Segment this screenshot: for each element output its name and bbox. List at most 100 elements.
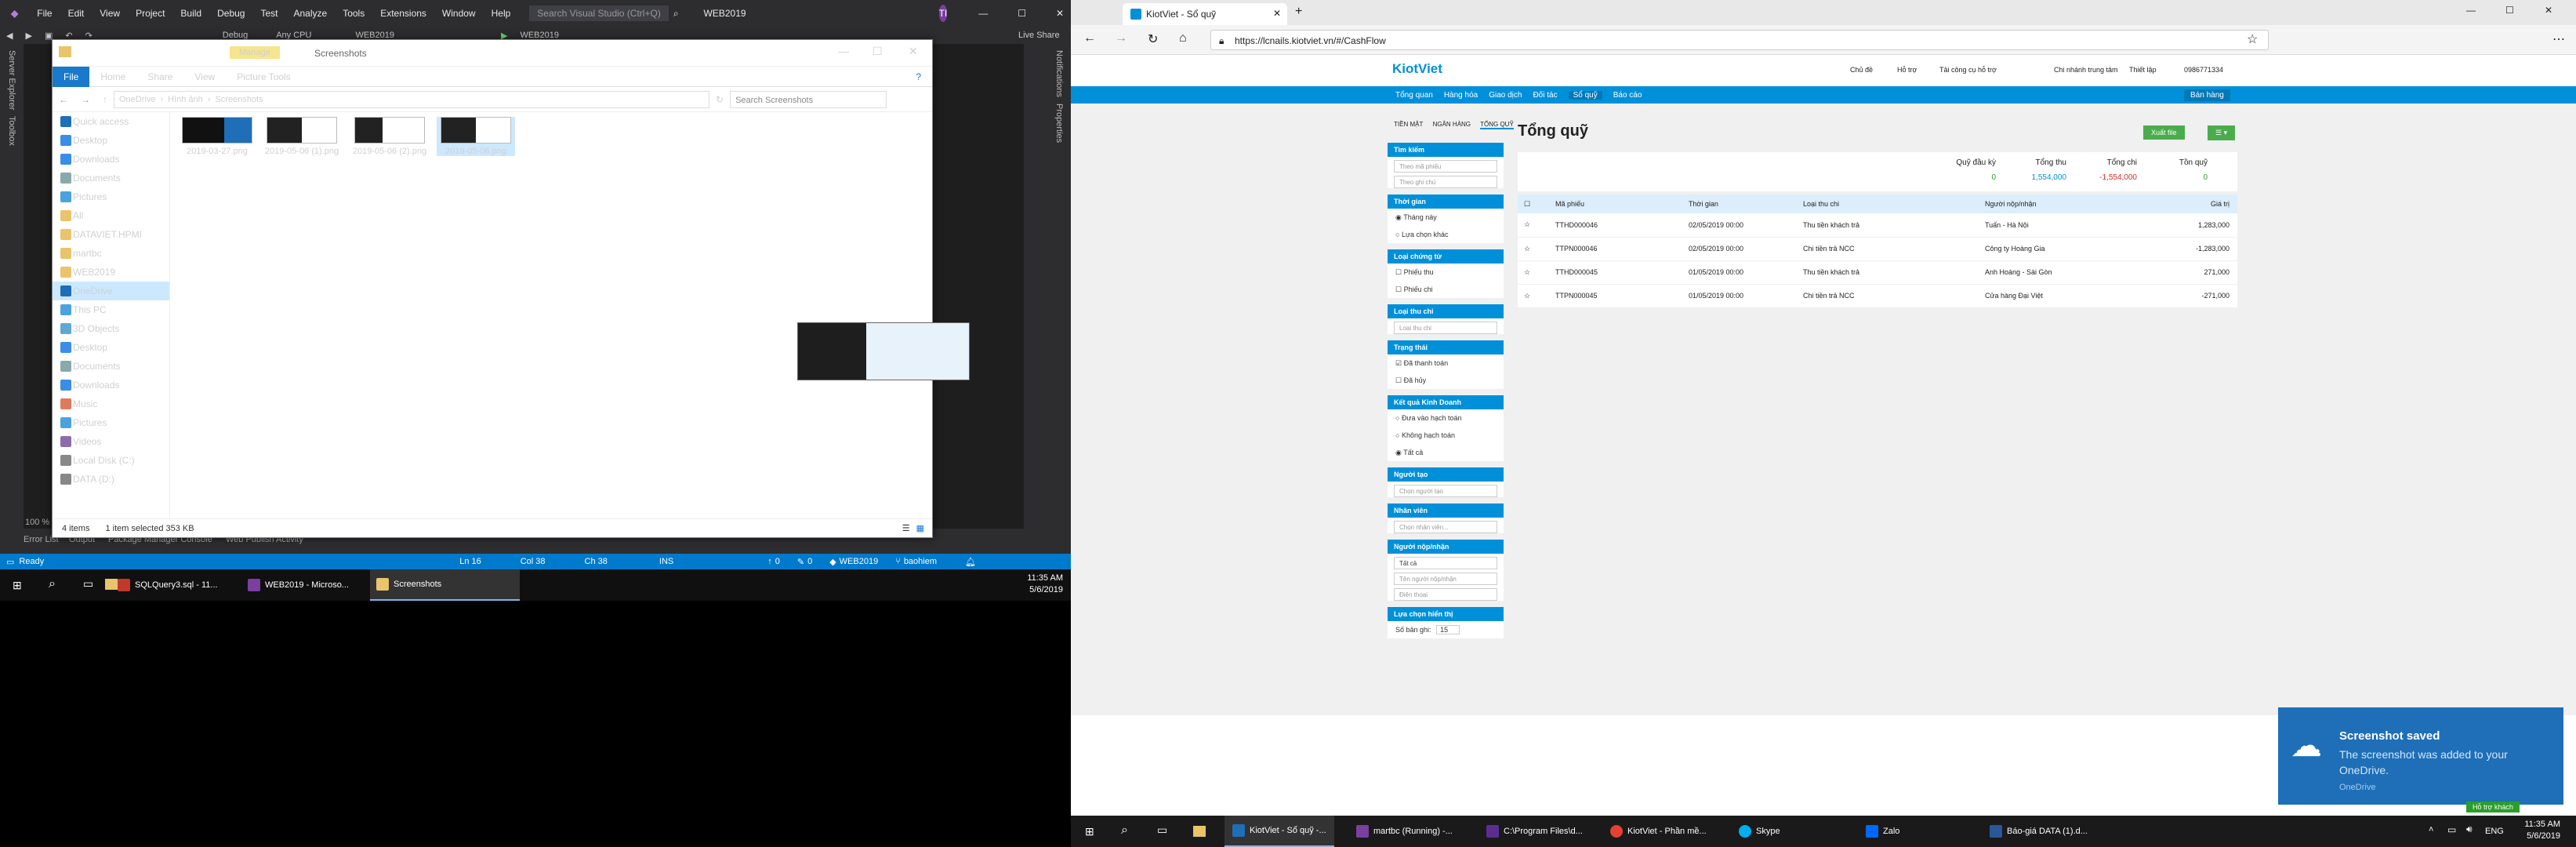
taskbar-item-word[interactable]: Báo-giá DATA (1).d...: [1990, 816, 2088, 847]
nav-item[interactable]: DATA (D:): [53, 470, 169, 489]
menu-tools[interactable]: Tools: [335, 8, 372, 19]
time-custom[interactable]: ○ Lựa chọn khác: [1388, 226, 1504, 243]
tools-link[interactable]: Tải công cụ hỗ trợ: [1939, 66, 1997, 74]
arrow-up-icon[interactable]: ↑: [767, 557, 772, 566]
code-search-input[interactable]: Theo mã phiếu: [1394, 160, 1497, 173]
nav-item[interactable]: Downloads: [53, 376, 169, 394]
pencil-icon[interactable]: ✎: [797, 557, 804, 567]
ribbon-tab-file[interactable]: File: [53, 66, 90, 87]
file-explorer-icon[interactable]: [1193, 826, 1206, 837]
breadcrumb-screenshots[interactable]: Screenshots: [215, 95, 263, 104]
nav-item[interactable]: This PC: [53, 300, 169, 319]
taskbar-item-explorer[interactable]: Screenshots: [370, 569, 521, 601]
tab-cash[interactable]: TIỀN MẶT: [1394, 121, 1423, 128]
status-pencil-count[interactable]: 0: [807, 557, 812, 566]
payer-phone-input[interactable]: Điện thoại: [1394, 588, 1497, 601]
table-row[interactable]: ☆ TTHD000046 02/05/2019 00:00 Thu tiền k…: [1518, 213, 2237, 238]
refresh-icon[interactable]: ↻: [709, 94, 730, 105]
nav-partners[interactable]: Đối tác: [1533, 91, 1557, 100]
file-item[interactable]: 2019-05-06 (1).png: [263, 117, 341, 156]
taskbar-item-vs[interactable]: martbc (Running) -...: [1356, 816, 1453, 847]
close-icon[interactable]: ✕: [2545, 5, 2552, 16]
properties-tab[interactable]: Properties: [1054, 104, 1064, 143]
breadcrumb-hinh-anh[interactable]: Hình ảnh: [168, 95, 203, 104]
page-size-select[interactable]: 15: [1436, 625, 1460, 634]
file-item-selected[interactable]: 2019-05-06.png: [437, 117, 515, 156]
new-tab-icon[interactable]: +: [1295, 5, 1302, 19]
note-search-input[interactable]: Theo ghi chú: [1394, 176, 1497, 188]
nav-item[interactable]: Quick access: [53, 112, 169, 131]
minimize-icon[interactable]: —: [838, 45, 849, 57]
help-icon[interactable]: ?: [905, 67, 932, 87]
menu-extensions[interactable]: Extensions: [372, 8, 434, 19]
taskbar-item-skype[interactable]: Skype: [1739, 816, 1780, 847]
star-icon[interactable]: ☆: [1518, 237, 1549, 261]
ribbon-tab-view[interactable]: View: [183, 67, 226, 87]
maximize-icon[interactable]: ☐: [873, 45, 883, 58]
col-time[interactable]: Thời gian: [1682, 194, 1797, 213]
support-link[interactable]: Hỗ trợ: [1897, 66, 1917, 74]
radio-accounted[interactable]: ○ Đưa vào hạch toán: [1388, 409, 1504, 427]
live-share-button[interactable]: Live Share: [1012, 31, 1066, 40]
back-icon[interactable]: ←: [1083, 31, 1096, 45]
maximize-icon[interactable]: ☐: [996, 8, 1034, 19]
chevron-up-icon[interactable]: ˄: [2429, 825, 2433, 834]
browser-tab[interactable]: KiotViet - Sổ quỹ ✕: [1123, 3, 1287, 25]
task-view-icon[interactable]: ▭: [83, 577, 93, 591]
menu-edit[interactable]: Edit: [60, 8, 93, 19]
nav-item[interactable]: Music: [53, 394, 169, 413]
back-icon[interactable]: ←: [53, 94, 74, 105]
search-icon[interactable]: ⌕: [49, 577, 56, 591]
theme-link[interactable]: Chủ đề: [1850, 66, 1873, 74]
nav-item[interactable]: martbc: [53, 244, 169, 263]
file-item[interactable]: 2019-05-06 (2).png: [350, 117, 429, 156]
taskbar-item-cmd[interactable]: C:\Program Files\d...: [1486, 816, 1583, 847]
star-icon[interactable]: ☆: [1518, 213, 1549, 238]
branch-dropdown[interactable]: Chi nhánh trung tâm: [2054, 66, 2118, 74]
nav-item[interactable]: 3D Objects: [53, 319, 169, 338]
time-this-month[interactable]: ◉ Tháng này: [1388, 209, 1504, 226]
screenshot-toast[interactable]: ☁ Screenshot saved The screenshot was ad…: [2278, 707, 2563, 805]
toolbox-tab[interactable]: Toolbox: [7, 116, 16, 146]
menu-view[interactable]: View: [92, 8, 128, 19]
windows-start-icon[interactable]: ⊞: [13, 579, 22, 592]
menu-build[interactable]: Build: [172, 8, 209, 19]
nav-item[interactable]: DATAVIET.HPMI: [53, 225, 169, 244]
zoom-level[interactable]: 100 %: [25, 518, 49, 527]
settings-dropdown[interactable]: Thiết lập: [2129, 66, 2157, 74]
close-tab-icon[interactable]: ✕: [1273, 8, 1281, 19]
nav-item[interactable]: Desktop: [53, 338, 169, 357]
table-row[interactable]: ☆ TTPN000045 01/05/2019 00:00 Chi tiền t…: [1518, 284, 2237, 308]
back-icon[interactable]: ◀: [0, 31, 19, 41]
manage-tab[interactable]: Manage: [230, 46, 280, 59]
tab-bank[interactable]: NGÂN HÀNG: [1433, 121, 1471, 128]
tab-total[interactable]: TỔNG QUỸ: [1480, 121, 1514, 129]
server-explorer-tab[interactable]: Server Explorer: [7, 50, 16, 110]
payer-select[interactable]: Tất cả: [1394, 557, 1497, 569]
network-icon[interactable]: ▭: [2447, 824, 2456, 835]
minimize-icon[interactable]: —: [947, 8, 996, 19]
taskbar-item-sql[interactable]: SQLQuery3.sql - 11...: [118, 569, 218, 601]
taskbar-item-vs[interactable]: WEB2019 - Microso...: [248, 569, 349, 601]
nav-products[interactable]: Hàng hóa: [1444, 91, 1478, 100]
menu-analyze[interactable]: Analyze: [286, 8, 336, 19]
checkbox-payment[interactable]: ☐ Phiếu chi: [1388, 281, 1504, 298]
clock[interactable]: 11:35 AM 5/6/2019: [1011, 573, 1063, 596]
address-bar[interactable]: 🔒︎ https://lcnails.kiotviet.vn/#/CashFlow: [1210, 30, 2269, 50]
creator-input[interactable]: Chọn người tạo: [1394, 485, 1497, 497]
star-icon[interactable]: ☆: [1518, 260, 1549, 285]
home-icon[interactable]: ⌂: [1179, 31, 1187, 45]
menu-window[interactable]: Window: [434, 8, 484, 19]
table-row[interactable]: ☆ TTHD000045 01/05/2019 00:00 Thu tiền k…: [1518, 260, 2237, 285]
menu-file[interactable]: File: [29, 8, 60, 19]
type-input[interactable]: Loại thu chi: [1394, 322, 1497, 334]
vs-logo-icon[interactable]: ◆: [0, 8, 29, 19]
menu-test[interactable]: Test: [252, 8, 285, 19]
star-icon[interactable]: ☆: [1518, 284, 1549, 308]
menu-icon[interactable]: ⋯: [2552, 31, 2565, 47]
status-project[interactable]: WEB2019: [840, 557, 879, 566]
nav-overview[interactable]: Tổng quan: [1395, 91, 1433, 100]
nav-item[interactable]: OneDrive: [53, 282, 169, 300]
nav-item[interactable]: Local Disk (C:): [53, 451, 169, 470]
maximize-icon[interactable]: ☐: [2505, 5, 2514, 16]
